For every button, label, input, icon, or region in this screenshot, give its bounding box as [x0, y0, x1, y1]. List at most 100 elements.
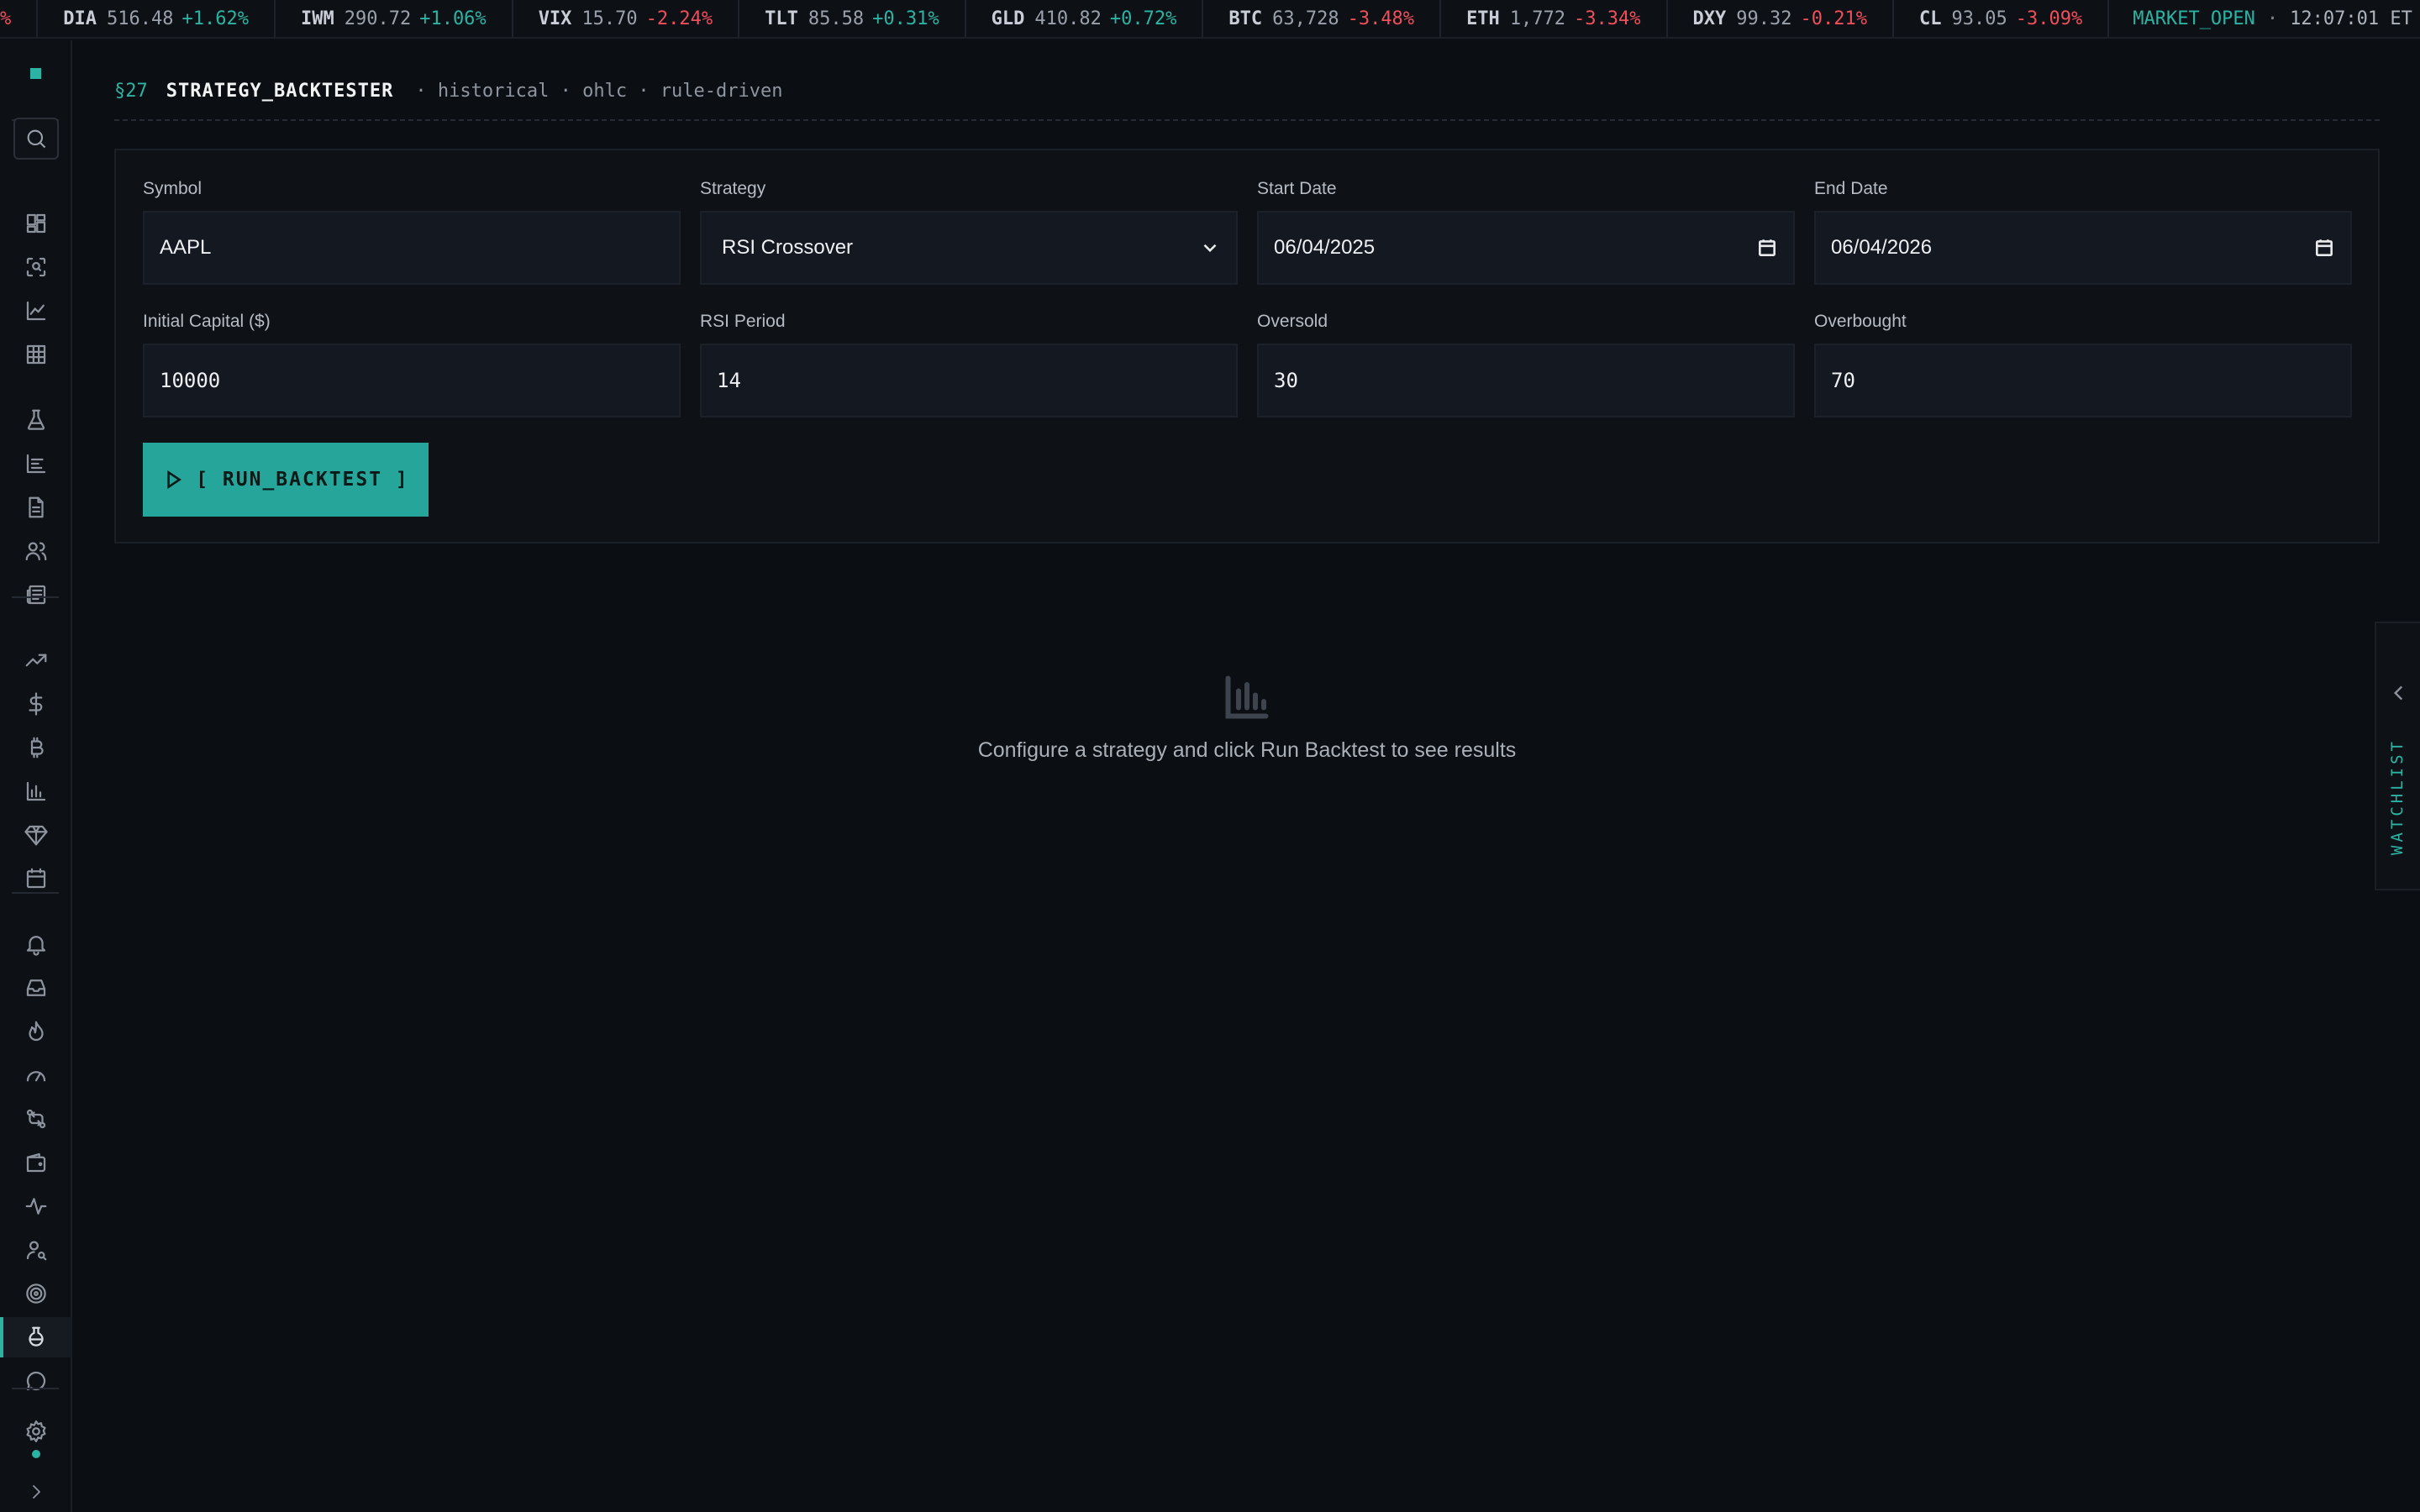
sidebar-item-settings[interactable] — [0, 1411, 72, 1452]
users-icon — [25, 542, 47, 561]
calendar-icon[interactable] — [2313, 237, 2335, 259]
scan-icon — [26, 257, 46, 277]
rsi-period-field: RSI Period 14 — [700, 312, 1238, 417]
sidebar-item-pulse[interactable] — [0, 1186, 72, 1226]
sidebar-item-beaker[interactable] — [0, 1317, 72, 1357]
sidebar-item-chat[interactable] — [0, 1361, 72, 1401]
sidebar-item-document[interactable] — [0, 487, 72, 528]
pulse-icon — [25, 1198, 47, 1215]
ticker-item[interactable]: TLT 85.58 +0.31% — [739, 0, 966, 37]
chevron-down-icon — [1203, 244, 1217, 253]
sidebar — [0, 40, 72, 1512]
swap-icon — [26, 1109, 46, 1129]
initial-capital-field: Initial Capital ($) 10000 — [143, 312, 681, 417]
dashboard-icon — [26, 213, 46, 234]
end-date-input[interactable]: 06/04/2026 — [1814, 211, 2352, 285]
sidebar-item-bell[interactable] — [0, 924, 72, 964]
rsi-period-input[interactable]: 14 — [700, 344, 1238, 417]
chat-icon — [26, 1371, 46, 1391]
ticker-price: 516.48 — [107, 8, 174, 29]
symbol-input[interactable]: AAPL — [143, 211, 681, 285]
sidebar-item-swap[interactable] — [0, 1099, 72, 1139]
backtest-config-panel: Symbol AAPL Strategy RSI Crossover Start… — [114, 149, 2380, 543]
ticker-price: 15.70 — [581, 8, 638, 29]
sidebar-item-flask[interactable] — [0, 400, 72, 440]
ticker-item[interactable]: ETH 1,772 -3.34% — [1441, 0, 1668, 37]
strategy-select[interactable]: RSI Crossover — [700, 211, 1238, 285]
sidebar-item-bar-chart[interactable] — [0, 444, 72, 484]
ticker-item[interactable]: BTC 63,728 -3.48% — [1203, 0, 1442, 37]
sidebar-item-dashboard[interactable] — [0, 203, 72, 244]
ticker-price: 63,728 — [1272, 8, 1339, 29]
sidebar-item-grid[interactable] — [0, 334, 72, 375]
ticker-symbol: ETH — [1466, 8, 1500, 29]
ticker-item[interactable]: IWM 290.72 +1.06% — [276, 0, 513, 37]
sidebar-divider — [12, 892, 59, 894]
sidebar-item-user-search[interactable] — [0, 1230, 72, 1270]
sidebar-search-button[interactable] — [13, 118, 59, 160]
wallet-icon — [26, 1152, 46, 1173]
start-date-input[interactable]: 06/04/2025 — [1257, 211, 1795, 285]
rsi-period-value: 14 — [717, 369, 741, 392]
bar-chart-icon — [1225, 675, 1269, 719]
ticker-symbol: BTC — [1228, 8, 1263, 29]
ticker-price: 1,772 — [1509, 8, 1566, 29]
oversold-input[interactable]: 30 — [1257, 344, 1795, 417]
sidebar-item-scan[interactable] — [0, 247, 72, 287]
ticker-item[interactable]: CL 93.05 -3.09% — [1894, 0, 2110, 37]
run-backtest-button[interactable]: [ RUN_BACKTEST ] — [143, 443, 429, 517]
sidebar-item-gem[interactable] — [0, 815, 72, 855]
calendar-icon — [26, 868, 46, 889]
start-date-value: 06/04/2025 — [1274, 236, 1376, 259]
strategy-label: Strategy — [700, 179, 766, 198]
sidebar-item-target[interactable] — [0, 1273, 72, 1314]
sidebar-item-bitcoin[interactable] — [0, 727, 72, 768]
bar-chart-icon — [26, 454, 46, 474]
ticker-symbol: DIA — [63, 8, 97, 29]
sidebar-item-dollar[interactable] — [0, 684, 72, 724]
sidebar-item-newspaper[interactable] — [0, 575, 72, 615]
ticker-change: +0.72% — [1109, 8, 1177, 29]
symbol-field: Symbol AAPL — [143, 179, 681, 285]
dollar-icon — [29, 692, 43, 716]
ticker-item[interactable]: GLD 410.82 +0.72% — [966, 0, 1204, 37]
ticker-item[interactable]: DIA 516.48 +1.62% — [38, 0, 276, 37]
page-header: §27 STRATEGY_BACKTESTER · historical · o… — [114, 81, 2380, 121]
bitcoin-icon — [30, 737, 44, 759]
sidebar-item-inbox[interactable] — [0, 968, 72, 1008]
flame-icon — [29, 1021, 44, 1042]
calendar-icon[interactable] — [1756, 237, 1778, 259]
chevron-left-icon — [2393, 685, 2403, 701]
ticker-fragment: % — [0, 0, 39, 37]
sidebar-divider — [12, 1388, 59, 1389]
section-number: §27 — [114, 81, 148, 102]
ticker-change: -3.48% — [1347, 8, 1415, 29]
sidebar-item-column-chart[interactable] — [0, 771, 72, 811]
initial-capital-input[interactable]: 10000 — [143, 344, 681, 417]
sidebar-item-wallet[interactable] — [0, 1142, 72, 1183]
connection-status-dot — [32, 1450, 40, 1458]
watchlist-toggle[interactable]: WATCHLIST — [2375, 622, 2420, 890]
sidebar-item-line-chart[interactable] — [0, 291, 72, 331]
market-status: MARKET_OPEN · 12:07:01 ET — [2109, 0, 2420, 37]
document-icon — [29, 496, 44, 518]
start-date-label: Start Date — [1257, 179, 1337, 198]
start-date-field: Start Date 06/04/2025 — [1257, 179, 1795, 285]
ticker-price: 99.32 — [1736, 8, 1792, 29]
gem-icon — [24, 825, 48, 846]
sidebar-item-trending-up[interactable] — [0, 640, 72, 680]
app-logo[interactable] — [30, 68, 41, 79]
market-clock: 12:07:01 ET — [2290, 8, 2412, 29]
sidebar-item-flame[interactable] — [0, 1011, 72, 1052]
sidebar-item-users[interactable] — [0, 531, 72, 571]
ticker-item[interactable]: VIX 15.70 -2.24% — [513, 0, 740, 37]
oversold-value: 30 — [1274, 369, 1298, 392]
sidebar-expand-button[interactable] — [0, 1472, 72, 1512]
page-subtitle: · historical · ohlc · rule-driven — [415, 81, 783, 102]
user-search-icon — [26, 1241, 47, 1261]
sidebar-item-gauge[interactable] — [0, 1055, 72, 1095]
overbought-input[interactable]: 70 — [1814, 344, 2352, 417]
ticker-item[interactable]: DXY 99.32 -0.21% — [1668, 0, 1894, 37]
end-date-value: 06/04/2026 — [1831, 236, 1933, 259]
ticker-change: +0.31% — [872, 8, 939, 29]
